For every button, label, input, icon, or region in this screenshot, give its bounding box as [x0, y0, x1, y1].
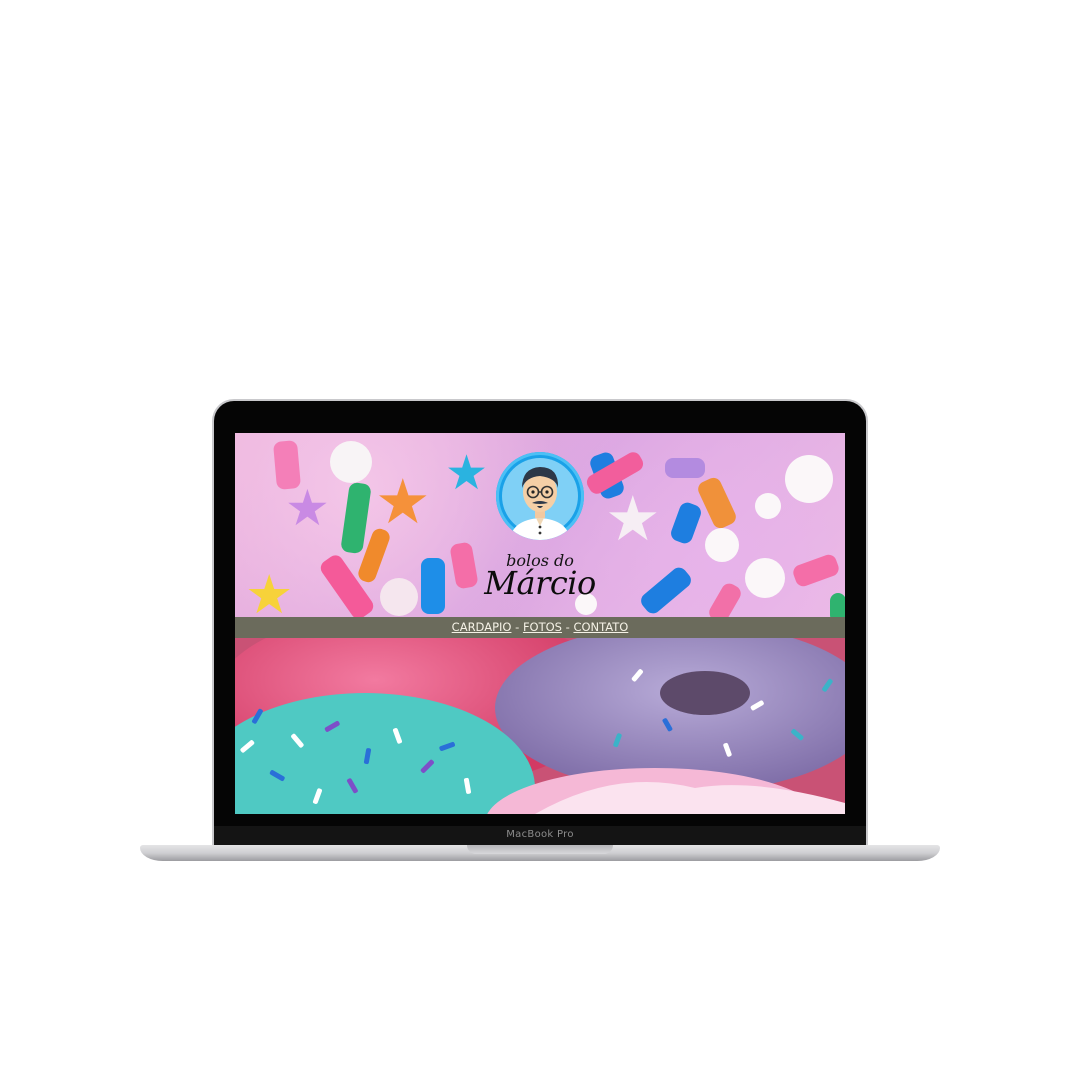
nav-link-fotos[interactable]: FOTOS — [523, 620, 562, 634]
sprinkle — [668, 500, 704, 546]
nav-separator: - — [515, 620, 523, 634]
donuts-photo — [235, 638, 845, 814]
candy-ball — [785, 455, 833, 503]
laptop-model-label: MacBook Pro — [506, 829, 574, 840]
chef-avatar-icon — [502, 458, 578, 540]
star-sprinkle: ★ — [605, 482, 661, 555]
logo-avatar[interactable] — [496, 452, 584, 540]
sprinkle — [340, 481, 372, 555]
site-navbar: CARDAPIO - FOTOS - CONTATO — [235, 617, 845, 638]
laptop-opening-notch — [467, 845, 613, 854]
candy-ball — [330, 441, 372, 483]
star-sprinkle: ★ — [285, 479, 330, 537]
star-sprinkle: ★ — [445, 445, 489, 501]
nav-link-cardapio[interactable]: CARDAPIO — [452, 620, 512, 634]
candy-ball — [755, 493, 781, 519]
hero-banner: ★ ★ ★ ★ ★ bolos do Márcio — [235, 433, 845, 617]
star-sprinkle: ★ — [375, 465, 431, 538]
nav-link-contato[interactable]: CONTATO — [573, 620, 628, 634]
sprinkle — [665, 458, 705, 478]
sprinkle — [695, 475, 739, 531]
website-screen: ★ ★ ★ ★ ★ bolos do Márcio CARDAPIO - FOT… — [235, 433, 845, 814]
brand-name: Márcio — [484, 564, 596, 602]
donuts-image — [235, 638, 845, 814]
